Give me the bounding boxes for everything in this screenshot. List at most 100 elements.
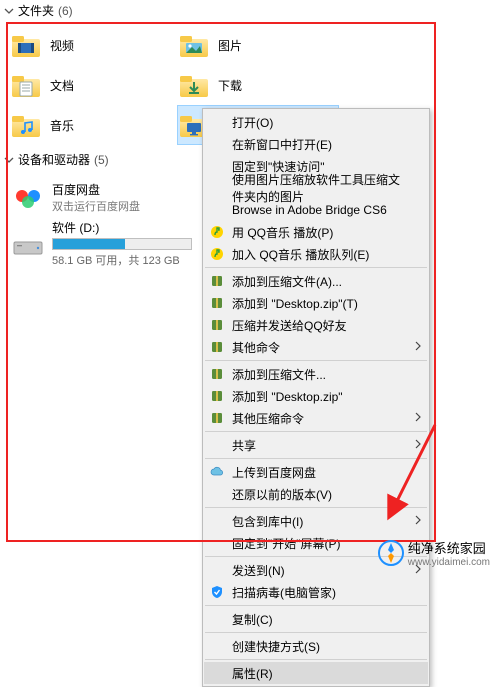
menu-item-label: 其他命令 bbox=[232, 339, 280, 356]
menu-item-label: 创建快捷方式(S) bbox=[232, 638, 320, 655]
menu-separator bbox=[205, 458, 427, 459]
menu-item[interactable]: 包含到库中(I) bbox=[204, 510, 428, 532]
zip2-icon bbox=[209, 388, 225, 404]
menu-item[interactable]: 上传到百度网盘 bbox=[204, 461, 428, 483]
menu-item-label: 添加到 "Desktop.zip"(T) bbox=[232, 295, 358, 312]
menu-separator bbox=[205, 605, 427, 606]
folders-title: 文件夹 bbox=[18, 2, 54, 19]
menu-item[interactable]: 还原以前的版本(V) bbox=[204, 483, 428, 505]
watermark: 纯净系统家园 www.yidaimei.com bbox=[378, 538, 490, 568]
chevron-down-icon bbox=[4, 154, 14, 168]
menu-item[interactable]: 添加到压缩文件... bbox=[204, 363, 428, 385]
folder-label: 音乐 bbox=[50, 117, 74, 134]
drives-title: 设备和驱动器 bbox=[18, 151, 90, 168]
video-folder-icon bbox=[10, 31, 42, 59]
menu-item-label: 还原以前的版本(V) bbox=[232, 486, 332, 503]
folder-label: 图片 bbox=[218, 37, 242, 54]
folders-header[interactable]: 文件夹 (6) bbox=[0, 0, 500, 21]
menu-item[interactable]: 其他压缩命令 bbox=[204, 407, 428, 429]
menu-item-label: 在新窗口中打开(E) bbox=[232, 136, 332, 153]
menu-item-label: 复制(C) bbox=[232, 611, 273, 628]
drive-item[interactable]: 软件 (D:)58.1 GB 可用，共 123 GB bbox=[10, 222, 210, 264]
menu-separator bbox=[205, 632, 427, 633]
submenu-arrow-icon bbox=[414, 340, 422, 354]
menu-separator bbox=[205, 267, 427, 268]
zip-icon bbox=[209, 339, 225, 355]
menu-item-label: 包含到库中(I) bbox=[232, 513, 303, 530]
menu-item-label: 共享 bbox=[232, 437, 256, 454]
qqmusic-icon bbox=[209, 246, 225, 262]
submenu-arrow-icon bbox=[414, 438, 422, 452]
menu-item[interactable]: 在新窗口中打开(E) bbox=[204, 133, 428, 155]
zip-icon bbox=[209, 295, 225, 311]
submenu-arrow-icon bbox=[414, 514, 422, 528]
zip2-icon bbox=[209, 366, 225, 382]
menu-item[interactable]: Browse in Adobe Bridge CS6 bbox=[204, 199, 428, 221]
menu-item[interactable]: 压缩并发送给QQ好友 bbox=[204, 314, 428, 336]
menu-item-label: 加入 QQ音乐 播放队列(E) bbox=[232, 246, 369, 263]
pictures-folder-icon bbox=[178, 31, 210, 59]
folders-count: (6) bbox=[58, 4, 73, 18]
shield-icon bbox=[209, 584, 225, 600]
menu-item[interactable]: 用 QQ音乐 播放(P) bbox=[204, 221, 428, 243]
folder-item-pictures[interactable]: 图片 bbox=[178, 26, 338, 64]
hdd-drive-icon bbox=[10, 227, 46, 259]
music-folder-icon bbox=[10, 111, 42, 139]
drive-usage-bar bbox=[52, 238, 192, 250]
menu-item[interactable]: 加入 QQ音乐 播放队列(E) bbox=[204, 243, 428, 265]
menu-separator bbox=[205, 507, 427, 508]
zip2-icon bbox=[209, 410, 225, 426]
folder-item-downloads[interactable]: 下载 bbox=[178, 66, 338, 104]
menu-item[interactable]: 添加到 "Desktop.zip" bbox=[204, 385, 428, 407]
watermark-url: www.yidaimei.com bbox=[408, 557, 490, 568]
folder-item-music[interactable]: 音乐 bbox=[10, 106, 170, 144]
drive-usage-text: 58.1 GB 可用，共 123 GB bbox=[52, 252, 210, 268]
folder-item-video[interactable]: 视频 bbox=[10, 26, 170, 64]
submenu-arrow-icon bbox=[414, 411, 422, 425]
menu-item-label: 用 QQ音乐 播放(P) bbox=[232, 224, 333, 241]
downloads-folder-icon bbox=[178, 71, 210, 99]
watermark-title: 纯净系统家园 bbox=[408, 538, 490, 557]
drive-item[interactable]: 百度网盘双击运行百度网盘 bbox=[10, 176, 210, 218]
folder-item-documents[interactable]: 文档 bbox=[10, 66, 170, 104]
menu-separator bbox=[205, 431, 427, 432]
menu-item-label: 添加到压缩文件(A)... bbox=[232, 273, 342, 290]
drives-count: (5) bbox=[94, 153, 109, 167]
menu-item-label: 打开(O) bbox=[232, 114, 273, 131]
cloud-icon bbox=[209, 464, 225, 480]
zip-icon bbox=[209, 273, 225, 289]
drive-hint: 双击运行百度网盘 bbox=[52, 198, 210, 214]
menu-item-label: 压缩并发送给QQ好友 bbox=[232, 317, 347, 334]
context-menu: 打开(O)在新窗口中打开(E)固定到"快速访问"使用图片压缩放软件工具压缩文件夹… bbox=[202, 108, 430, 687]
menu-item-label: 其他压缩命令 bbox=[232, 410, 304, 427]
menu-item[interactable]: 创建快捷方式(S) bbox=[204, 635, 428, 657]
documents-folder-icon bbox=[10, 71, 42, 99]
menu-item-label: 添加到压缩文件... bbox=[232, 366, 326, 383]
folder-label: 下载 bbox=[218, 77, 242, 94]
menu-item-label: 固定到"开始"屏幕(P) bbox=[232, 535, 341, 552]
menu-separator bbox=[205, 659, 427, 660]
menu-item[interactable]: 属性(R) bbox=[204, 662, 428, 684]
menu-item[interactable]: 扫描病毒(电脑管家) bbox=[204, 581, 428, 603]
menu-item-label: Browse in Adobe Bridge CS6 bbox=[232, 203, 387, 217]
menu-item-label: 扫描病毒(电脑管家) bbox=[232, 584, 336, 601]
folder-label: 文档 bbox=[50, 77, 74, 94]
chevron-down-icon bbox=[4, 5, 14, 19]
menu-item[interactable]: 添加到 "Desktop.zip"(T) bbox=[204, 292, 428, 314]
drive-name: 百度网盘 bbox=[52, 181, 210, 198]
menu-item-label: 属性(R) bbox=[232, 665, 273, 682]
menu-item[interactable]: 添加到压缩文件(A)... bbox=[204, 270, 428, 292]
qqmusic-icon bbox=[209, 224, 225, 240]
zip-icon bbox=[209, 317, 225, 333]
menu-item-label: 添加到 "Desktop.zip" bbox=[232, 388, 343, 405]
menu-item[interactable]: 共享 bbox=[204, 434, 428, 456]
baidu-drive-icon bbox=[10, 181, 46, 213]
menu-item-label: 上传到百度网盘 bbox=[232, 464, 316, 481]
menu-separator bbox=[205, 360, 427, 361]
watermark-logo-icon bbox=[378, 540, 404, 566]
menu-item[interactable]: 其他命令 bbox=[204, 336, 428, 358]
menu-item[interactable]: 复制(C) bbox=[204, 608, 428, 630]
menu-item[interactable]: 打开(O) bbox=[204, 111, 428, 133]
menu-item[interactable]: 使用图片压缩放软件工具压缩文件夹内的图片 bbox=[204, 177, 428, 199]
drive-name: 软件 (D:) bbox=[52, 219, 210, 236]
